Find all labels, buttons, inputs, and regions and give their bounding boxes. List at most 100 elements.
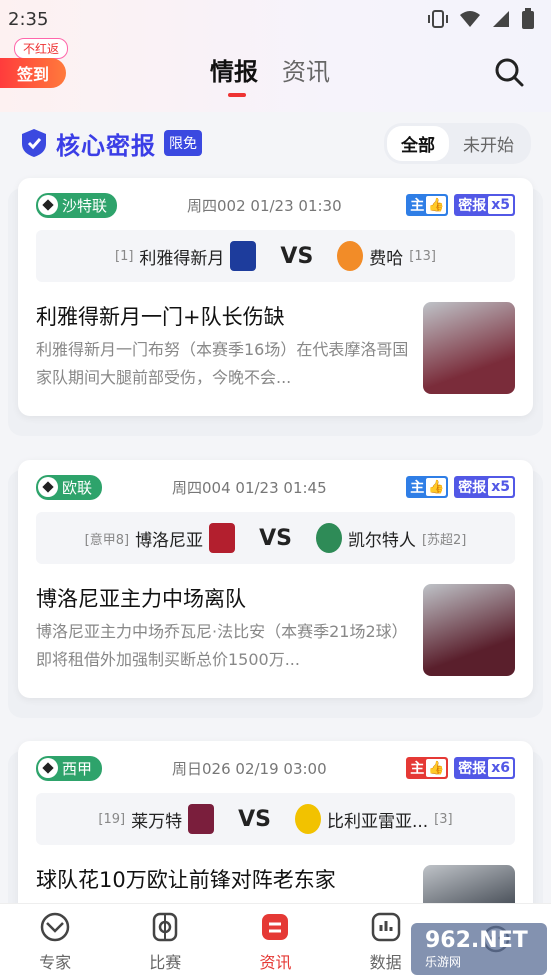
match-time: 周四004 01/23 01:45 [172, 478, 327, 497]
header: 不红返 签到 情报 资讯 [0, 38, 551, 112]
watermark-line1: 962.NET [425, 928, 528, 953]
watermark-line2: 乐游网 [425, 955, 462, 969]
vibrate-icon [428, 10, 448, 28]
news-text: 利雅得新月一门+队长伤缺 利雅得新月一门布努（本赛季16场）在代表摩洛哥国家队期… [36, 302, 409, 394]
mibao-label: 密报 [458, 761, 487, 777]
player-photo [423, 584, 515, 676]
news-text: 博洛尼亚主力中场离队 博洛尼亚主力中场乔瓦尼·法比安（本赛季21场2球）即将租借… [36, 584, 409, 676]
battery-icon [522, 8, 534, 29]
home-tag-label: 主 [410, 480, 425, 496]
mibao-tag: 密报 x5 [454, 476, 515, 498]
away-crest-icon [337, 241, 364, 271]
status-time: 2:35 [8, 8, 49, 30]
away-crest-icon [294, 804, 321, 834]
away-rank: [3] [434, 811, 453, 827]
home-tag: 主 👍 [406, 757, 449, 779]
signal-icon [493, 11, 509, 27]
home-team: [意甲8] 博洛尼亚 [84, 523, 236, 553]
match-time: 周四002 01/23 01:30 [187, 196, 342, 215]
tags: 主 👍 密报 x5 [406, 476, 515, 498]
away-team: 比利亚雷亚... [3] [294, 804, 453, 834]
search-icon[interactable] [493, 56, 525, 88]
mibao-count: x5 [488, 196, 513, 214]
home-team-name: 博洛尼亚 [135, 530, 204, 551]
expert-icon [40, 912, 70, 941]
teams-row: [1] 利雅得新月 VS 费哈 [13] [36, 230, 515, 282]
teams-row: [意甲8] 博洛尼亚 VS 凯尔特人 [苏超2] [36, 512, 515, 564]
away-team: 费哈 [13] [337, 241, 436, 271]
away-team-name: 比利亚雷亚... [326, 811, 429, 832]
away-crest-icon [315, 523, 342, 553]
home-rank: [19] [98, 811, 126, 827]
away-team: 凯尔特人 [苏超2] [315, 523, 467, 553]
card-stack: 沙特联 周四002 01/23 01:30 主 👍 密报 x5 [1] 利雅得新… [8, 178, 543, 436]
match-icon [153, 912, 178, 941]
mibao-count: x5 [488, 478, 513, 496]
tab-news[interactable]: 资讯 [282, 52, 330, 87]
news-desc: 利雅得新月一门布努（本赛季16场）在代表摩洛哥国家队期间大腿前部受伤，今晚不会.… [36, 340, 409, 387]
league-badge: 欧联 [36, 474, 103, 500]
mibao-label: 密报 [458, 480, 487, 496]
league-badge: 沙特联 [36, 192, 118, 218]
home-team-name: 莱万特 [131, 811, 183, 832]
home-tag-label: 主 [410, 761, 425, 777]
home-rank: [1] [115, 248, 134, 264]
nav-match[interactable]: 比赛 [130, 911, 200, 973]
away-team-name: 凯尔特人 [347, 530, 416, 551]
home-rank: [意甲8] [84, 532, 130, 548]
mibao-label: 密报 [458, 198, 487, 214]
home-team-name: 利雅得新月 [139, 248, 225, 269]
intel-card[interactable]: 沙特联 周四002 01/23 01:30 主 👍 密报 x5 [1] 利雅得新… [18, 178, 533, 416]
football-icon [38, 195, 58, 215]
card-top: 西甲 周日026 02/19 03:00 主 👍 密报 x6 [36, 755, 515, 781]
news-title: 利雅得新月一门+队长伤缺 [36, 305, 285, 329]
brand: 核心密报 限免 [20, 126, 202, 161]
news-desc: 博洛尼亚主力中场乔瓦尼·法比安（本赛季21场2球）即将租借外加强制买断总价150… [36, 622, 408, 669]
signin-button[interactable]: 签到 [0, 58, 66, 88]
intel-card[interactable]: 欧联 周四004 01/23 01:45 主 👍 密报 x5 [意甲8] 博洛尼… [18, 460, 533, 698]
tab-intel[interactable]: 情报 [210, 52, 258, 97]
watermark-logo: 962.NET 乐游网 [411, 923, 547, 975]
thumb-icon: 👍 [426, 759, 447, 777]
match-time: 周日026 02/19 03:00 [172, 759, 327, 778]
teams-row: [19] 莱万特 VS 比利亚雷亚... [3] [36, 793, 515, 845]
signin-tag: 不红返 [14, 38, 69, 59]
filter-not-started[interactable]: 未开始 [449, 126, 528, 161]
mibao-tag: 密报 x6 [454, 757, 515, 779]
nav-expert[interactable]: 专家 [20, 911, 90, 973]
football-icon [38, 477, 58, 497]
nav-expert-label: 专家 [39, 952, 72, 972]
league-name: 欧联 [62, 478, 93, 497]
news-title: 球队花10万欧让前锋对阵老东家 [36, 868, 336, 892]
player-photo [423, 302, 515, 394]
home-tag: 主 👍 [406, 194, 449, 216]
mibao-count: x6 [488, 759, 513, 777]
nav-data-label: 数据 [369, 952, 402, 972]
league-name: 西甲 [62, 759, 93, 778]
status-icons [427, 8, 535, 30]
news-row: 利雅得新月一门+队长伤缺 利雅得新月一门布努（本赛季16场）在代表摩洛哥国家队期… [36, 302, 515, 394]
filter-toggle: 全部 未开始 [384, 122, 531, 164]
away-team-name: 费哈 [369, 248, 404, 269]
free-badge: 限免 [164, 130, 202, 156]
league-name: 沙特联 [62, 196, 108, 215]
section-title: 核心密报 [56, 131, 156, 160]
tags: 主 👍 密报 x5 [406, 194, 515, 216]
top-tabs: 情报 资讯 [210, 52, 330, 97]
home-crest-icon [209, 523, 236, 553]
nav-news[interactable]: 资讯 [240, 911, 310, 973]
section-head: 核心密报 限免 全部 未开始 [0, 112, 551, 174]
shield-icon [22, 129, 46, 157]
card-top: 欧联 周四004 01/23 01:45 主 👍 密报 x5 [36, 474, 515, 500]
vs-label: VS [259, 525, 292, 551]
vs-label: VS [238, 806, 271, 832]
filter-all[interactable]: 全部 [387, 125, 449, 161]
home-crest-icon [188, 804, 215, 834]
away-rank: [苏超2] [421, 532, 467, 548]
home-crest-icon [230, 241, 257, 271]
away-rank: [13] [409, 248, 436, 264]
mibao-tag: 密报 x5 [454, 194, 515, 216]
nav-news-label: 资讯 [259, 952, 292, 972]
status-bar: 2:35 [0, 0, 551, 38]
wifi-icon [460, 11, 480, 27]
